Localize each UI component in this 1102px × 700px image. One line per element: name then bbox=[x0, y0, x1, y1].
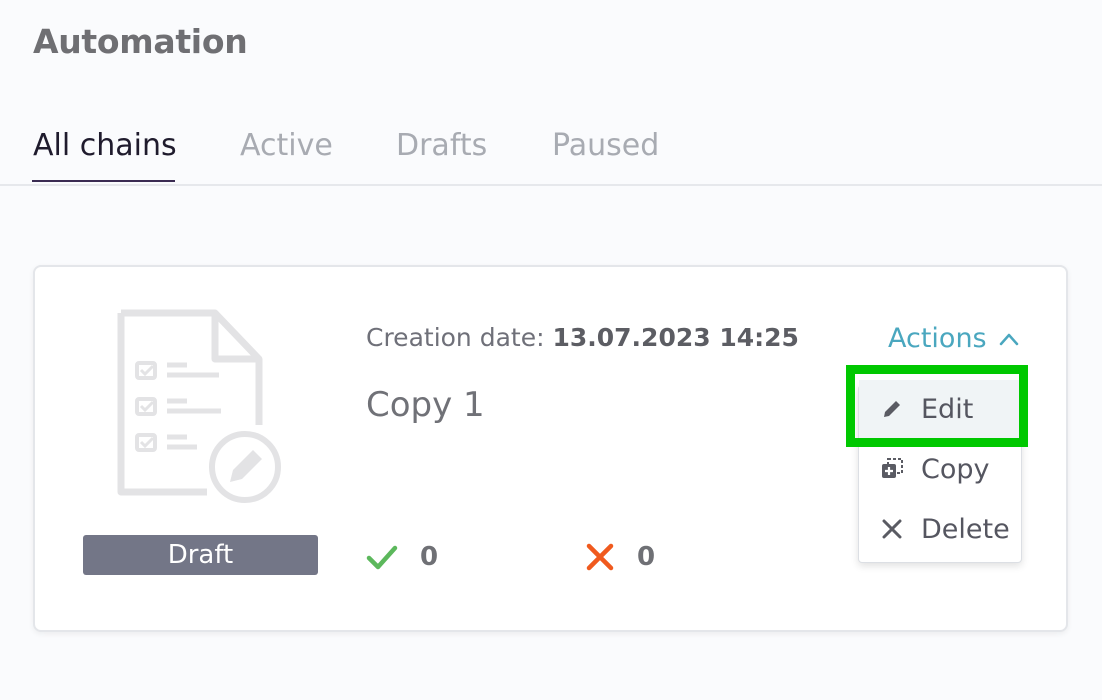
tab-active[interactable]: Active bbox=[240, 128, 333, 163]
tab-all-chains[interactable]: All chains bbox=[33, 128, 177, 163]
tab-drafts[interactable]: Drafts bbox=[396, 128, 487, 163]
failed-stat: 0 bbox=[585, 537, 655, 577]
page-title: Automation bbox=[33, 22, 248, 61]
pencil-icon bbox=[877, 394, 907, 424]
delete-menu-item[interactable]: Delete bbox=[859, 500, 1021, 558]
tab-paused[interactable]: Paused bbox=[552, 128, 659, 163]
actions-menu: Edit Copy Delete bbox=[858, 380, 1022, 563]
active-tab-indicator bbox=[32, 180, 175, 182]
status-badge: Draft bbox=[83, 535, 318, 575]
success-count: 0 bbox=[420, 542, 439, 572]
creation-date: Creation date: 13.07.2023 14:25 bbox=[366, 323, 799, 352]
close-icon bbox=[877, 514, 907, 544]
copy-label: Copy bbox=[921, 453, 990, 485]
chain-name: Copy 1 bbox=[366, 385, 485, 425]
check-icon bbox=[366, 545, 398, 570]
edit-label: Edit bbox=[921, 393, 974, 425]
cross-icon bbox=[586, 543, 614, 571]
document-checklist-edit-icon bbox=[117, 309, 281, 503]
failed-count: 0 bbox=[637, 542, 656, 572]
creation-date-label: Creation date: bbox=[366, 323, 545, 352]
chevron-up-icon bbox=[999, 333, 1018, 345]
edit-menu-item[interactable]: Edit bbox=[859, 380, 1021, 438]
actions-dropdown-toggle[interactable]: Actions bbox=[888, 323, 1019, 354]
success-stat: 0 bbox=[366, 537, 438, 577]
copy-menu-item[interactable]: Copy bbox=[859, 440, 1021, 498]
actions-label: Actions bbox=[888, 323, 987, 354]
copy-icon bbox=[877, 454, 907, 484]
delete-label: Delete bbox=[921, 513, 1010, 545]
tab-bar: All chains Active Drafts Paused bbox=[0, 120, 1102, 186]
creation-date-value: 13.07.2023 14:25 bbox=[552, 323, 799, 352]
